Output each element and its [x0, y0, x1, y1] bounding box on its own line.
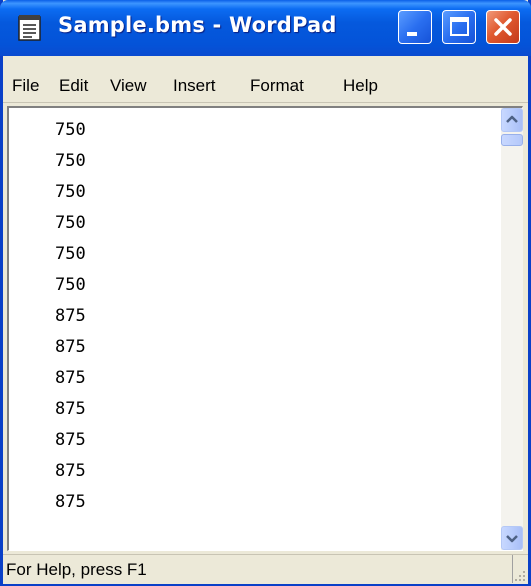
menu-insert[interactable]: Insert	[173, 76, 216, 96]
resize-grip-icon[interactable]	[512, 568, 526, 582]
text-line: 875	[55, 399, 86, 419]
scroll-up-button[interactable]	[501, 108, 523, 132]
window-title: Sample.bms - WordPad	[58, 13, 337, 37]
text-line: 875	[55, 461, 86, 481]
text-line: 750	[55, 275, 86, 295]
document-text-area[interactable]: 750 750 750 750 750 750 875 875 875 875 …	[9, 108, 501, 550]
text-line: 875	[55, 492, 86, 512]
title-bar[interactable]: Sample.bms - WordPad	[0, 0, 531, 56]
status-bar: For Help, press F1	[3, 554, 528, 584]
menu-divider	[3, 102, 528, 103]
menu-format[interactable]: Format	[250, 76, 304, 96]
text-line: 875	[55, 430, 86, 450]
scroll-down-button[interactable]	[501, 526, 523, 550]
menu-view[interactable]: View	[110, 76, 147, 96]
text-line: 750	[55, 213, 86, 233]
menu-help[interactable]: Help	[343, 76, 378, 96]
menu-file[interactable]: File	[12, 76, 39, 96]
chevron-up-icon	[506, 115, 518, 123]
minimize-icon	[407, 32, 417, 36]
text-line: 750	[55, 182, 86, 202]
menu-edit[interactable]: Edit	[59, 76, 88, 96]
chevron-down-icon	[506, 535, 518, 543]
text-line: 750	[55, 151, 86, 171]
text-line: 875	[55, 368, 86, 388]
maximize-button[interactable]	[442, 10, 476, 44]
text-line: 875	[55, 306, 86, 326]
vertical-scrollbar[interactable]	[501, 108, 523, 550]
text-line: 750	[55, 120, 86, 140]
minimize-button[interactable]	[398, 10, 432, 44]
status-text: For Help, press F1	[6, 560, 147, 579]
close-button[interactable]	[486, 10, 520, 44]
menu-bar: File Edit View Insert Format Help	[3, 56, 528, 102]
maximize-icon	[450, 17, 469, 36]
text-line: 750	[55, 244, 86, 264]
wordpad-window: Sample.bms - WordPad File Edit View Inse…	[0, 0, 531, 586]
document-frame: 750 750 750 750 750 750 875 875 875 875 …	[7, 106, 523, 551]
close-icon	[494, 18, 512, 36]
notepad-document-icon	[18, 15, 41, 41]
text-line: 875	[55, 337, 86, 357]
scroll-thumb[interactable]	[501, 134, 523, 146]
